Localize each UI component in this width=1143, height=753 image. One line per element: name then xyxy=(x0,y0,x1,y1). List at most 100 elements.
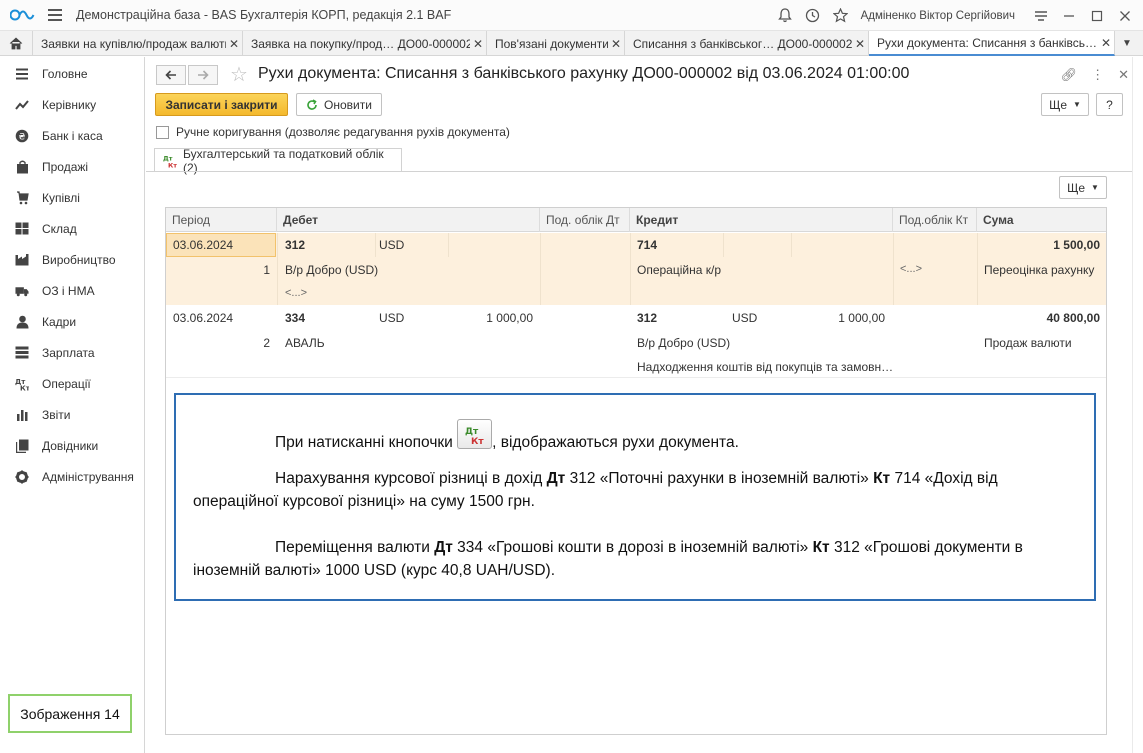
svg-text:₴: ₴ xyxy=(19,132,26,142)
back-button[interactable] xyxy=(156,65,186,85)
tab-label: Пов'язані документи xyxy=(495,36,608,51)
close-tab-icon[interactable]: ✕ xyxy=(470,37,486,51)
sidebar-item-main[interactable]: Головне xyxy=(0,58,144,89)
close-tab-icon[interactable]: ✕ xyxy=(1098,36,1114,50)
more-actions-button[interactable]: Ще ▼ xyxy=(1041,93,1089,116)
window-title: Демонстраційна база - BAS Бухгалтерія КО… xyxy=(76,8,452,22)
person-icon xyxy=(15,315,29,329)
close-tab-icon[interactable]: ✕ xyxy=(226,37,242,51)
maximize-icon[interactable] xyxy=(1083,0,1111,31)
chevron-down-icon: ▼ xyxy=(1073,100,1081,109)
manual-edit-checkbox[interactable] xyxy=(156,125,169,139)
table-row[interactable]: 03.06.2024 2 334 USD 1 000,00 АВАЛЬ 312 … xyxy=(166,305,1106,378)
more-vertical-icon[interactable]: ⋮ xyxy=(1091,67,1104,83)
sidebar-item-purchases[interactable]: Купівлі xyxy=(0,182,144,213)
svg-text:Дт: Дт xyxy=(465,427,479,437)
note-paragraph-3: Переміщення валюти Дт 334 «Грошові кошти… xyxy=(193,536,1064,582)
close-window-icon[interactable] xyxy=(1111,0,1139,31)
svg-text:Кт: Кт xyxy=(20,384,29,391)
home-tab[interactable] xyxy=(0,31,33,56)
sidebar-item-production[interactable]: Виробництво xyxy=(0,244,144,275)
app-logo-icon[interactable] xyxy=(10,7,36,23)
sidebar-item-reports[interactable]: Звіти xyxy=(0,399,144,430)
sidebar-item-catalogs[interactable]: Довідники xyxy=(0,430,144,461)
sidebar-item-operations[interactable]: Дт Кт Операції xyxy=(0,368,144,399)
tab-currency-requests[interactable]: Заявки на купівлю/продаж валюти ✕ xyxy=(33,31,243,56)
sidebar-item-label: Операції xyxy=(42,376,91,391)
close-tab-icon[interactable]: ✕ xyxy=(608,37,624,51)
payroll-icon xyxy=(15,346,29,360)
dtkt-icon: ДтКт xyxy=(15,377,29,391)
sidebar-item-bank-cash[interactable]: ₴ Банк і каса xyxy=(0,120,144,151)
period-date: 03.06.2024 xyxy=(173,238,234,252)
tabs-list-chevron-icon[interactable]: ▼ xyxy=(1115,31,1139,55)
forward-button[interactable] xyxy=(188,65,218,85)
debit-amount: 1 000,00 xyxy=(486,311,533,325)
debit-account: 334 xyxy=(285,311,306,325)
col-sum[interactable]: Сума xyxy=(977,208,1106,232)
note-text: При натисканні кнопочки xyxy=(275,434,458,451)
tab-accounting-tax[interactable]: Дт Кт Бухгалтерський та податковий облік … xyxy=(154,147,402,175)
close-tab-icon[interactable]: ✕ xyxy=(852,37,868,51)
factory-icon xyxy=(15,253,29,267)
debit-marker: Дт xyxy=(546,470,566,487)
entry-content: Переоцінка рахунку xyxy=(984,263,1095,277)
credit-subconto-2: Надходження коштів від покупців та замов… xyxy=(637,360,894,374)
debit-currency: USD xyxy=(379,238,405,252)
tab-document-movements[interactable]: Рухи документа: Списання з банківсь… ✕ xyxy=(869,31,1115,56)
save-and-close-button[interactable]: Записати і закрити xyxy=(155,93,288,116)
table-row[interactable]: 03.06.2024 1 312 USD В/р Добро (USD) <..… xyxy=(166,233,1106,305)
favorites-star-icon[interactable] xyxy=(827,0,855,31)
sidebar-item-sales[interactable]: Продажі xyxy=(0,151,144,182)
sidebar-item-payroll[interactable]: Зарплата xyxy=(0,337,144,368)
debit-subconto-1: В/р Добро (USD) xyxy=(285,263,379,277)
favorite-star-icon[interactable]: ☆ xyxy=(230,62,248,87)
vertical-scrollbar[interactable] xyxy=(1132,57,1143,753)
sidebar-item-label: Купівлі xyxy=(42,190,80,205)
table-more-button[interactable]: Ще ▼ xyxy=(1059,176,1107,199)
note-paragraph-2: Нарахування курсової різниці в дохід Дт … xyxy=(193,467,1064,513)
coin-icon: ₴ xyxy=(15,129,29,143)
sidebar-item-administration[interactable]: Адміністрування xyxy=(0,461,144,492)
image-caption: Зображення 14 xyxy=(8,694,132,733)
col-tax-kt[interactable]: Под.облік Кт xyxy=(893,208,977,232)
col-credit[interactable]: Кредит xyxy=(630,208,893,232)
row-number: 1 xyxy=(263,263,270,277)
col-tax-dt[interactable]: Под. облік Дт xyxy=(540,208,630,232)
minimize-icon[interactable] xyxy=(1055,0,1083,31)
sidebar-item-hr[interactable]: Кадри xyxy=(0,306,144,337)
note-paragraph-1: При натисканні кнопочки Дт Кт, відображаю… xyxy=(193,419,1064,454)
sidebar-item-label: Адміністрування xyxy=(42,469,134,484)
svg-text:Кт: Кт xyxy=(168,161,177,168)
note-text: Переміщення валюти xyxy=(275,539,435,556)
sidebar-item-label: Склад xyxy=(42,221,77,236)
col-period[interactable]: Період xyxy=(166,208,277,232)
sidebar-item-manager[interactable]: Керівнику xyxy=(0,89,144,120)
manual-edit-checkbox-row[interactable]: Ручне коригування (дозволяє редагування … xyxy=(156,125,510,139)
refresh-button[interactable]: Оновити xyxy=(296,93,382,116)
sidebar-item-fixed-assets[interactable]: ОЗ і НМА xyxy=(0,275,144,306)
sidebar-item-label: Кадри xyxy=(42,314,77,329)
history-icon[interactable] xyxy=(799,0,827,31)
col-debit[interactable]: Дебет xyxy=(277,208,540,232)
debit-marker: Дт xyxy=(434,539,453,556)
tab-currency-request-doc[interactable]: Заявка на покупку/прод… ДО00-000002 ✕ xyxy=(243,31,487,56)
settings-menu-icon[interactable] xyxy=(1027,0,1055,31)
tab-label: Рухи документа: Списання з банківсь… xyxy=(877,35,1097,50)
bell-icon[interactable] xyxy=(771,0,799,31)
arrow-left-icon xyxy=(165,70,176,80)
tab-related-documents[interactable]: Пов'язані документи ✕ xyxy=(487,31,625,56)
credit-account: 714 xyxy=(637,238,658,252)
credit-account: 312 xyxy=(637,311,658,325)
help-button[interactable]: ? xyxy=(1096,93,1123,116)
sidebar-item-warehouse[interactable]: Склад xyxy=(0,213,144,244)
user-name[interactable]: Адміненко Віктор Сергійович xyxy=(861,10,1015,22)
close-form-icon[interactable]: ✕ xyxy=(1118,67,1129,83)
books-icon xyxy=(15,439,29,453)
svg-text:Кт: Кт xyxy=(471,437,484,446)
tab-bank-withdrawal-doc[interactable]: Списання з банківськог… ДО00-000002 ✕ xyxy=(625,31,869,56)
tab-label: Списання з банківськог… ДО00-000002 xyxy=(633,36,852,51)
main-menu-icon[interactable] xyxy=(48,9,62,21)
sum-value: 40 800,00 xyxy=(1046,311,1100,325)
link-icon[interactable]: 🔗︎ xyxy=(1061,67,1078,83)
